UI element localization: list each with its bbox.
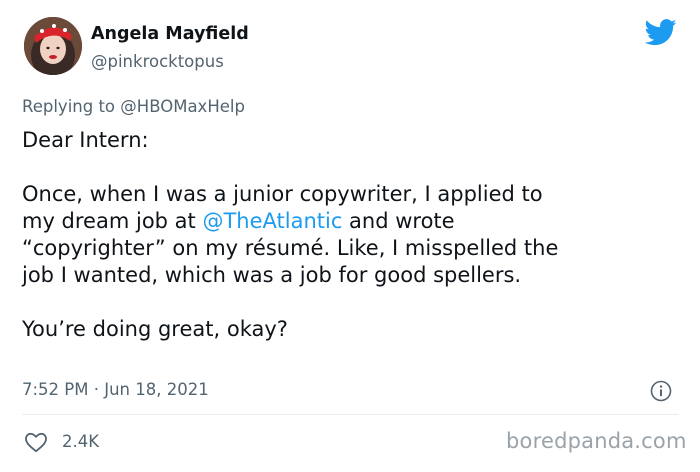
tweet-line: Dear Intern:: [22, 128, 149, 152]
tweet-line: my dream job at @TheAtlantic and wrote: [22, 208, 692, 235]
replying-to: Replying to @HBOMaxHelp: [22, 97, 245, 116]
heart-icon[interactable]: [24, 431, 48, 453]
divider: [22, 414, 678, 415]
mention-link[interactable]: @TheAtlantic: [202, 209, 342, 233]
replying-handle-link[interactable]: @HBOMaxHelp: [120, 97, 245, 116]
tweet-timestamp[interactable]: 7:52 PM · Jun 18, 2021: [22, 380, 209, 399]
author-name[interactable]: Angela Mayfield: [91, 24, 249, 44]
twitter-bird-icon[interactable]: [645, 19, 677, 46]
tweet-line-part: and wrote: [342, 209, 455, 233]
tweet-line: job I wanted, which was a job for good s…: [22, 263, 522, 287]
info-icon[interactable]: [650, 380, 672, 402]
watermark: boredpanda.com: [506, 429, 687, 453]
tweet-text: Dear Intern: Once, when I was a junior c…: [22, 127, 692, 343]
avatar-image: [24, 17, 82, 75]
author-handle[interactable]: @pinkrocktopus: [91, 52, 224, 71]
tweet-line: “copyrighter” on my résumé. Like, I miss…: [22, 236, 559, 260]
tweet-line: Once, when I was a junior copywriter, I …: [22, 182, 543, 206]
avatar[interactable]: [24, 17, 82, 75]
tweet-line-part: my dream job at: [22, 209, 203, 233]
like-count: 2.4K: [62, 432, 100, 451]
replying-prefix: Replying to: [22, 97, 116, 116]
tweet-line: You’re doing great, okay?: [22, 317, 288, 341]
